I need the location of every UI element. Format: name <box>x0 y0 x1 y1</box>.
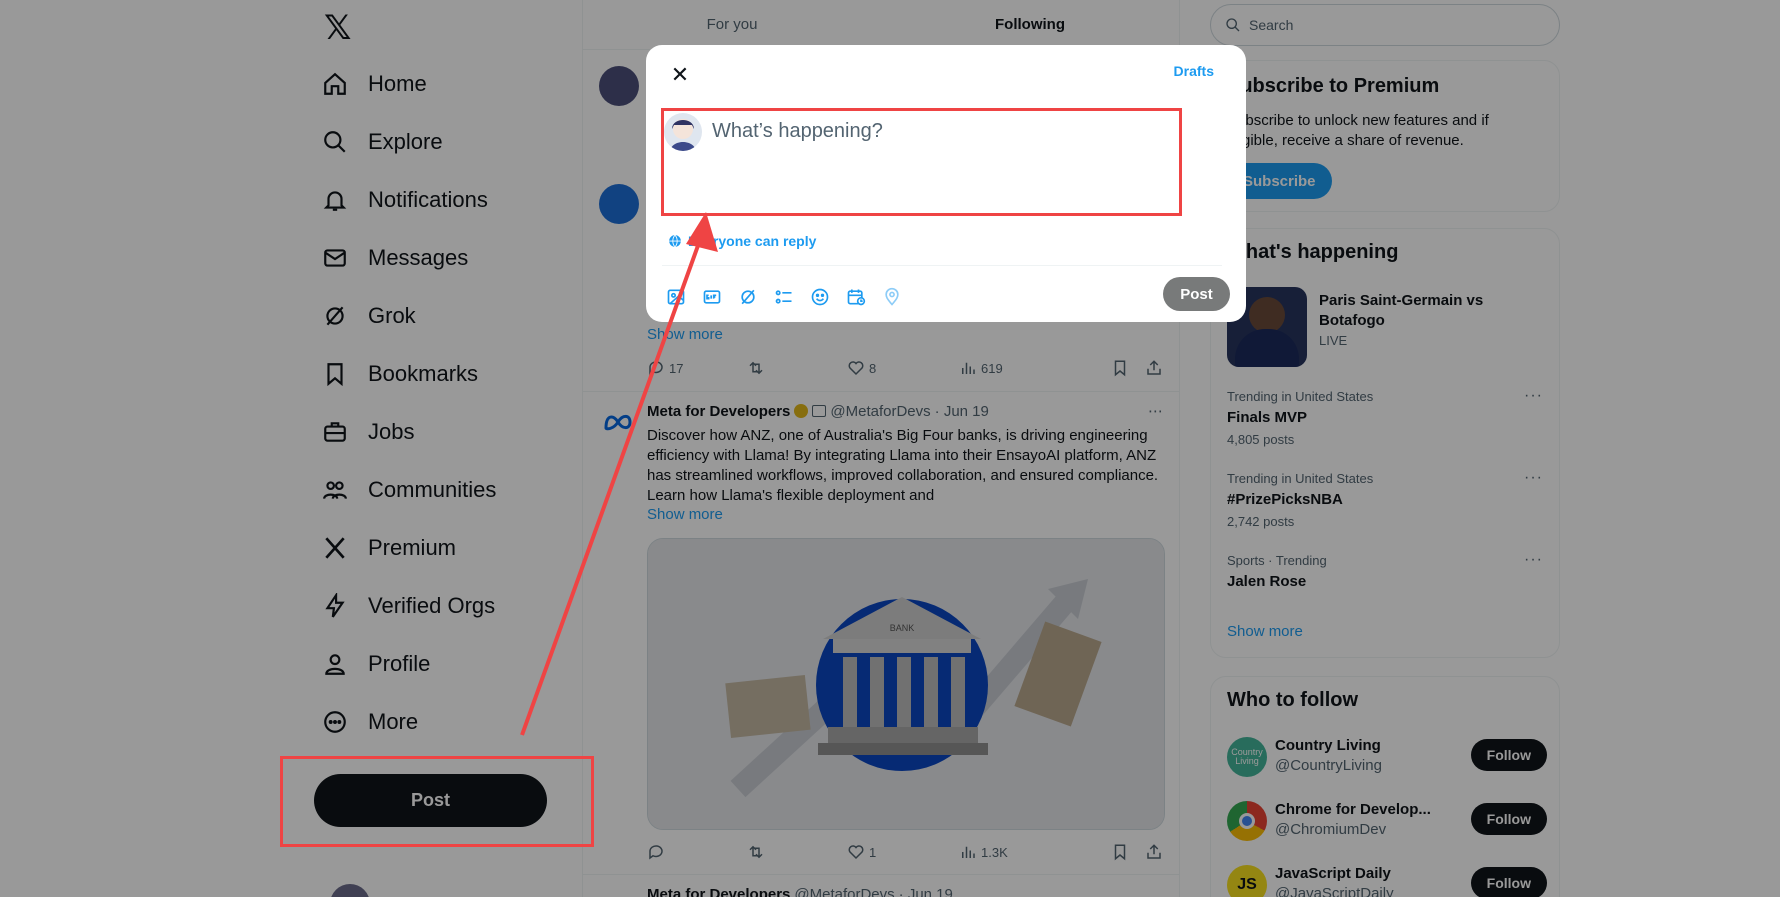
compose-post-button[interactable]: Post <box>1163 277 1230 311</box>
reply-setting-button[interactable]: Everyone can reply <box>668 233 816 249</box>
annotation-box-compose <box>661 108 1182 216</box>
drafts-button[interactable]: Drafts <box>1174 63 1214 79</box>
divider <box>662 265 1222 266</box>
annotation-box-post-button <box>280 756 594 847</box>
gif-icon[interactable] <box>700 285 724 309</box>
app-root: 𝕏 Home Explore Notifications Messages Gr… <box>0 0 1780 897</box>
image-icon[interactable] <box>664 285 688 309</box>
poll-icon[interactable] <box>772 285 796 309</box>
reply-setting-label: Everyone can reply <box>688 233 817 249</box>
close-icon[interactable]: ✕ <box>662 57 698 93</box>
schedule-icon[interactable] <box>844 285 868 309</box>
emoji-icon[interactable] <box>808 285 832 309</box>
location-icon[interactable] <box>880 285 904 309</box>
grok-icon[interactable] <box>736 285 760 309</box>
globe-icon <box>669 234 681 248</box>
